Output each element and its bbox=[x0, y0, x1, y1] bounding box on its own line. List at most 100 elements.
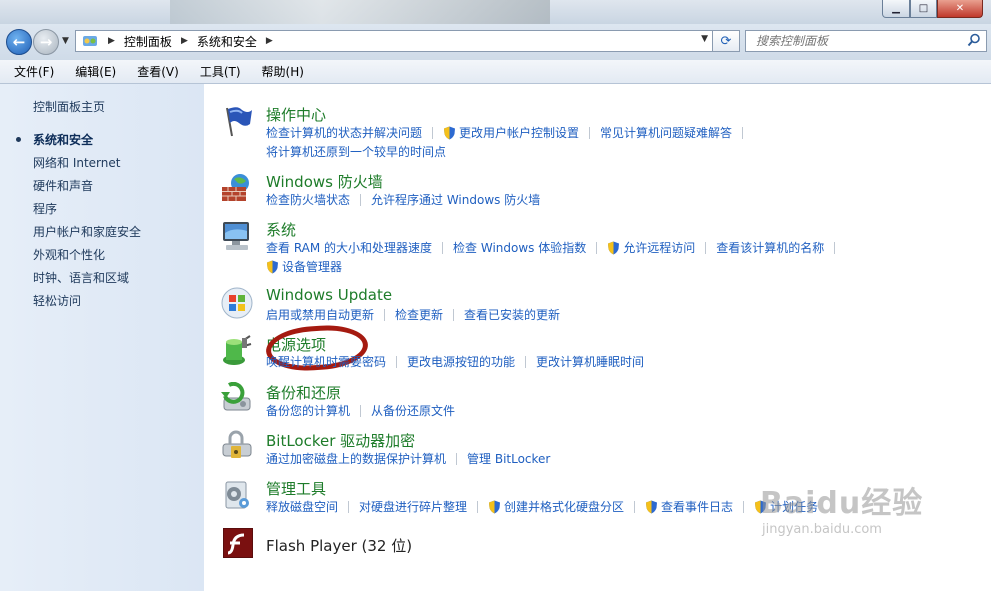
windows-update-icon bbox=[221, 287, 253, 319]
sidebar-item-ease-of-access[interactable]: 轻松访问 bbox=[33, 292, 81, 309]
task-link[interactable]: 通过加密磁盘上的数据保护计算机 bbox=[266, 450, 446, 467]
task-link[interactable]: 释放磁盘空间 bbox=[266, 498, 338, 515]
link-divider bbox=[360, 193, 362, 206]
uac-shield-icon bbox=[267, 260, 278, 273]
sidebar-item-appearance[interactable]: 外观和个性化 bbox=[33, 246, 105, 263]
category-title[interactable]: 操作中心 bbox=[266, 104, 326, 125]
category-title[interactable]: 系统 bbox=[266, 219, 296, 240]
task-link[interactable]: 设备管理器 bbox=[282, 258, 342, 275]
category-title[interactable]: Windows Update bbox=[266, 286, 392, 304]
task-link[interactable]: 允许远程访问 bbox=[623, 239, 695, 256]
menu-help[interactable]: 帮助(H) bbox=[248, 63, 311, 80]
link-divider bbox=[634, 500, 636, 513]
maximize-button[interactable]: □ bbox=[910, 0, 937, 18]
link-divider bbox=[396, 355, 398, 368]
uac-shield-icon bbox=[608, 241, 620, 254]
chevron-right-icon[interactable]: ▶ bbox=[260, 36, 279, 46]
sidebar-item-system-security[interactable]: 系统和安全 bbox=[33, 131, 93, 148]
control-panel-icon bbox=[83, 36, 97, 46]
category-title[interactable]: 备份和还原 bbox=[266, 382, 341, 403]
flash-player-icon bbox=[223, 528, 253, 558]
breadcrumb-system-security[interactable]: 系统和安全 bbox=[194, 33, 260, 50]
search-input[interactable] bbox=[754, 31, 958, 51]
back-button[interactable]: ← bbox=[6, 29, 32, 55]
address-history-dropdown[interactable]: ▼ bbox=[701, 34, 708, 44]
task-link[interactable]: 更改用户帐户控制设置 bbox=[459, 124, 579, 141]
task-link[interactable]: 查看已安装的更新 bbox=[464, 306, 560, 323]
task-link[interactable]: 管理 BitLocker bbox=[467, 450, 550, 467]
category-title[interactable]: 管理工具 bbox=[266, 478, 326, 499]
task-link[interactable]: 查看 RAM 的大小和处理器速度 bbox=[266, 239, 432, 256]
task-link[interactable]: 启用或禁用自动更新 bbox=[266, 306, 374, 323]
link-row: 备份您的计算机 从备份还原文件 bbox=[266, 402, 455, 419]
recent-pages-dropdown[interactable]: ▼ bbox=[62, 36, 69, 46]
link-divider bbox=[596, 241, 598, 254]
chevron-right-icon[interactable]: ▶ bbox=[102, 36, 121, 46]
task-link[interactable]: 对硬盘进行碎片整理 bbox=[359, 498, 467, 515]
task-link[interactable]: 备份您的计算机 bbox=[266, 402, 350, 419]
main-content: 操作中心 检查计算机的状态并解决问题 更改用户帐户控制设置 常见计算机问题疑难解… bbox=[204, 84, 991, 591]
sidebar-item-user-accounts[interactable]: 用户帐户和家庭安全 bbox=[33, 223, 141, 240]
link-row: 通过加密磁盘上的数据保护计算机 管理 BitLocker bbox=[266, 450, 550, 467]
menu-edit[interactable]: 编辑(E) bbox=[61, 63, 123, 80]
link-divider bbox=[589, 126, 591, 139]
admin-tools-icon bbox=[225, 481, 249, 509]
link-row: 检查防火墙状态 允许程序通过 Windows 防火墙 bbox=[266, 191, 540, 208]
flag-icon bbox=[226, 107, 252, 137]
close-button[interactable]: ✕ bbox=[937, 0, 983, 18]
link-divider bbox=[705, 241, 707, 254]
task-link[interactable]: 创建并格式化硬盘分区 bbox=[504, 498, 624, 515]
sidebar-item-clock-region[interactable]: 时钟、语言和区域 bbox=[33, 269, 129, 286]
link-row: 将计算机还原到一个较早的时间点 bbox=[266, 143, 446, 160]
task-link[interactable]: 检查防火墙状态 bbox=[266, 191, 350, 208]
category-title[interactable]: Windows 防火墙 bbox=[266, 171, 383, 192]
task-link[interactable]: 检查更新 bbox=[395, 306, 443, 323]
menu-file[interactable]: 文件(F) bbox=[0, 63, 61, 80]
link-row: 查看 RAM 的大小和处理器速度 检查 Windows 体验指数 允许远程访问 … bbox=[266, 239, 845, 256]
link-row: 释放磁盘空间 对硬盘进行碎片整理 创建并格式化硬盘分区 查看事件日志 计划任务 bbox=[266, 498, 818, 515]
sidebar-item-network[interactable]: 网络和 Internet bbox=[33, 154, 120, 171]
search-box bbox=[745, 30, 987, 52]
menu-view[interactable]: 查看(V) bbox=[123, 63, 186, 80]
task-link[interactable]: 从备份还原文件 bbox=[371, 402, 455, 419]
category-title[interactable]: BitLocker 驱动器加密 bbox=[266, 430, 415, 451]
minimize-button[interactable]: ▁ bbox=[882, 0, 910, 18]
title-bar: ▁ □ ✕ bbox=[0, 0, 991, 24]
task-link[interactable]: 查看事件日志 bbox=[661, 498, 733, 515]
baidu-jingyan-watermark: Baidu经验 jingyan.baidu.com bbox=[760, 486, 924, 537]
task-link[interactable]: 允许程序通过 Windows 防火墙 bbox=[371, 191, 540, 208]
forward-button[interactable]: → bbox=[33, 29, 59, 55]
desktop-background-strip bbox=[170, 0, 550, 24]
bitlocker-icon bbox=[222, 430, 252, 458]
power-options-icon bbox=[223, 335, 252, 365]
link-divider bbox=[525, 355, 527, 368]
uac-shield-icon bbox=[489, 500, 501, 513]
refresh-button[interactable]: ⟳ bbox=[712, 30, 740, 52]
task-link[interactable]: 更改计算机睡眠时间 bbox=[536, 353, 644, 370]
chevron-right-icon[interactable]: ▶ bbox=[175, 36, 194, 46]
task-link[interactable]: 检查 Windows 体验指数 bbox=[453, 239, 586, 256]
sidebar-item-programs[interactable]: 程序 bbox=[33, 200, 57, 217]
menu-tools[interactable]: 工具(T) bbox=[186, 63, 248, 80]
task-link[interactable]: 常见计算机问题疑难解答 bbox=[600, 124, 732, 141]
search-icon[interactable] bbox=[967, 33, 981, 47]
task-link[interactable]: 检查计算机的状态并解决问题 bbox=[266, 124, 422, 141]
current-item-bullet bbox=[16, 137, 21, 142]
task-link[interactable]: 更改电源按钮的功能 bbox=[407, 353, 515, 370]
sidebar-home-link[interactable]: 控制面板主页 bbox=[33, 98, 105, 115]
task-link[interactable]: 查看该计算机的名称 bbox=[716, 239, 824, 256]
task-link[interactable]: 将计算机还原到一个较早的时间点 bbox=[266, 143, 446, 160]
link-divider bbox=[453, 308, 455, 321]
backup-icon bbox=[221, 382, 251, 411]
category-title[interactable]: Flash Player (32 位) bbox=[266, 535, 412, 556]
breadcrumb[interactable]: ▶ 控制面板 ▶ 系统和安全 ▶ ▼ bbox=[75, 30, 713, 52]
link-divider bbox=[456, 452, 458, 465]
menu-bar: 文件(F) 编辑(E) 查看(V) 工具(T) 帮助(H) bbox=[0, 60, 991, 84]
firewall-icon bbox=[222, 174, 249, 201]
sidebar-item-hardware-sound[interactable]: 硬件和声音 bbox=[33, 177, 93, 194]
uac-shield-icon bbox=[444, 126, 456, 139]
breadcrumb-control-panel[interactable]: 控制面板 bbox=[121, 33, 175, 50]
link-row: 设备管理器 bbox=[266, 258, 342, 275]
window-controls: ▁ □ ✕ bbox=[882, 0, 983, 18]
task-link[interactable]: 唤醒计算机时需要密码 bbox=[266, 353, 386, 370]
